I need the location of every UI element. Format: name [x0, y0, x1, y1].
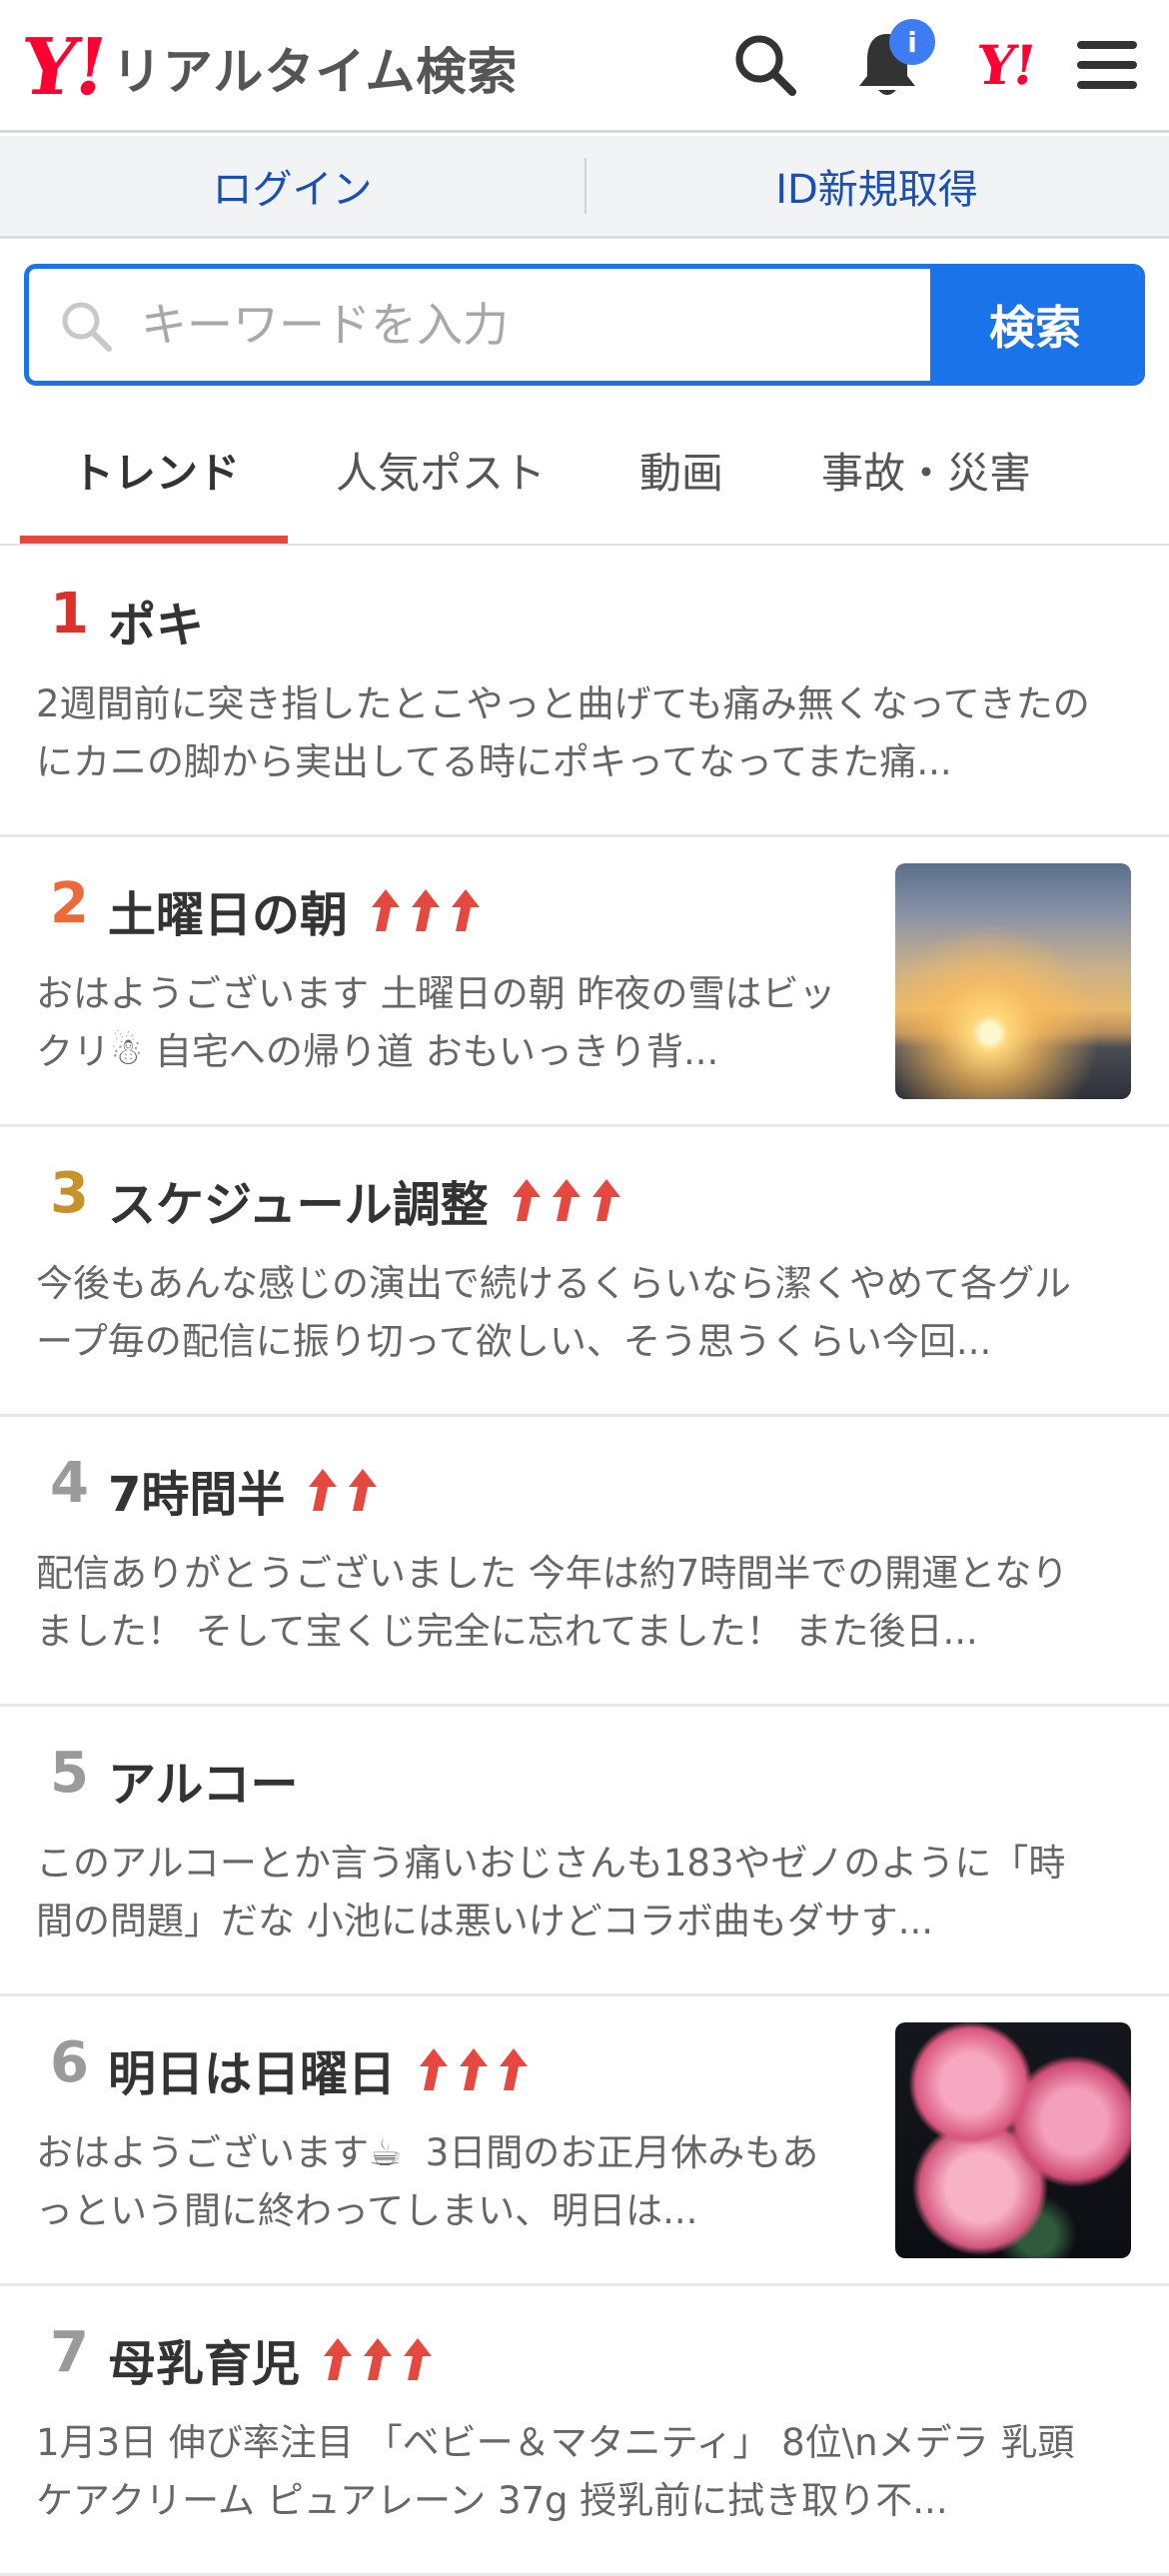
- trend-rank: 7: [50, 2320, 89, 2385]
- trend-title: ポキ: [108, 598, 205, 653]
- search-field: [29, 269, 940, 381]
- login-divider: [584, 158, 586, 214]
- trend-description: 今後もあんな感じの演出で続けるくらいなら潔くやめて各グループ毎の配信に振り切って…: [36, 1262, 1071, 1363]
- tab-accidents-disasters[interactable]: 事故・災害: [821, 440, 1031, 501]
- register-link[interactable]: ID新規取得: [584, 157, 1169, 215]
- yahoo-logo-mark: Y!: [15, 21, 111, 113]
- trend-description: このアルコーとか言う痛いおじさんも183やゼノのように「時間の問題」だな 小池に…: [36, 1842, 1066, 1942]
- trend-thumbnail-peony[interactable]: [895, 2022, 1131, 2258]
- trend-up-arrow-icon: [552, 1179, 581, 1221]
- trend-rising-arrows: [316, 2336, 434, 2382]
- search-form: 検索: [24, 264, 1145, 386]
- trend-up-arrow-icon: [349, 1469, 378, 1511]
- trend-title-row: 明日は日曜日: [108, 2034, 530, 2104]
- login-link[interactable]: ログイン: [0, 157, 584, 215]
- trend-rank: 5: [50, 1741, 89, 1806]
- trend-up-arrow-icon: [372, 889, 401, 931]
- trend-item[interactable]: 7 母乳育児 󠄀1月3日 伸び率注目 「ベビー＆マタニティ」 8位\nメデラ 乳…: [0, 2286, 1169, 2576]
- trend-up-arrow-icon: [364, 2338, 393, 2380]
- bell-icon[interactable]: i: [847, 19, 935, 105]
- notification-badge: i: [889, 19, 935, 65]
- trend-rising-arrows: [301, 1467, 379, 1513]
- trend-title: 明日は日曜日: [108, 2046, 397, 2102]
- search-icon[interactable]: [725, 25, 805, 105]
- trend-rank: 6: [50, 2030, 89, 2095]
- trend-rank: 4: [50, 1451, 89, 1516]
- trend-up-arrow-icon: [460, 2048, 489, 2090]
- trend-title-row: スケジュール調整: [108, 1165, 622, 1235]
- yahoo-realtime-logo[interactable]: Y! リアルタイム検索: [16, 22, 519, 113]
- trend-description: 2週間前に突き指したとこやっと曲げても痛み無くなってきたのにカニの脚から実出して…: [36, 682, 1090, 783]
- trend-up-arrow-icon: [452, 889, 481, 931]
- app-header: Y! リアルタイム検索 i Y!: [0, 0, 1169, 133]
- search-field-icon: [59, 299, 113, 357]
- trend-item[interactable]: 6 明日は日曜日 おはようございます☕󠄀 󠄀󠄀󠄀 3日間のお正月休みもあっという…: [0, 1996, 1169, 2286]
- trend-title-row: 母乳育児: [108, 2324, 434, 2394]
- trend-up-arrow-icon: [420, 2048, 449, 2090]
- hamburger-menu-icon[interactable]: [1067, 25, 1147, 105]
- trend-title-row: ポキ: [108, 586, 204, 655]
- trend-title-row: 7時間半: [108, 1455, 379, 1525]
- category-tabs: トレンド 人気ポスト 動画 事故・災害: [0, 400, 1169, 546]
- trend-title-row: 土曜日の朝: [108, 875, 482, 945]
- trend-title: 土曜日の朝: [108, 887, 349, 943]
- trend-up-arrow-icon: [309, 1469, 338, 1511]
- trend-rising-arrows: [505, 1177, 622, 1223]
- tab-videos[interactable]: 動画: [639, 440, 723, 501]
- trend-thumbnail-sunset[interactable]: [895, 863, 1131, 1099]
- trend-list: 1 ポキ 2週間前に突き指したとこやっと曲げても痛み無くなってきたのにカニの脚か…: [0, 548, 1169, 2576]
- trend-item[interactable]: 4 7時間半 配信ありがとうございました 今年は約7時間半での開運となりました！…: [0, 1417, 1169, 1707]
- trend-rank: 2: [50, 871, 89, 936]
- trend-title: 7時間半: [108, 1467, 286, 1523]
- trend-item[interactable]: 2 土曜日の朝 おはようございます󠄀 土曜日の朝 昨夜の雪はビックリ☃ 自宅への…: [0, 837, 1169, 1127]
- trend-up-arrow-icon: [512, 1179, 541, 1221]
- trend-title: スケジュール調整: [108, 1177, 489, 1233]
- trend-description: おはようございます☕󠄀 󠄀󠄀󠄀 3日間のお正月休みもあっという間に終わってしまい…: [36, 2131, 819, 2232]
- search-button[interactable]: 検索: [930, 269, 1140, 381]
- yahoo-japan-logo: Y!: [972, 33, 1038, 97]
- yahoo-japan-icon[interactable]: Y!: [965, 25, 1045, 105]
- login-bar: ログイン ID新規取得: [0, 136, 1169, 239]
- tab-popular-posts[interactable]: 人気ポスト: [336, 440, 546, 501]
- trend-up-arrow-icon: [404, 2338, 433, 2380]
- trend-up-arrow-icon: [324, 2338, 353, 2380]
- active-tab-indicator: [20, 536, 288, 544]
- trend-title: アルコー: [108, 1757, 299, 1813]
- trend-up-arrow-icon: [591, 1179, 620, 1221]
- trend-title-row: アルコー: [108, 1745, 299, 1815]
- logo-text: リアルタイム検索: [111, 42, 519, 101]
- trend-description: おはようございます󠄀 土曜日の朝 昨夜の雪はビックリ☃ 自宅への帰り道 おもいっ…: [36, 972, 836, 1073]
- search-input[interactable]: [141, 269, 940, 381]
- trend-description: 配信ありがとうございました 今年は約7時間半での開運となりました！ そして宝くじ…: [36, 1552, 1069, 1653]
- trend-description: 󠄀1月3日 伸び率注目 「ベビー＆マタニティ」 8位\nメデラ 乳頭ケアクリーム…: [36, 2421, 1075, 2522]
- trend-item[interactable]: 5 アルコー このアルコーとか言う痛いおじさんも183やゼノのように「時間の問題…: [0, 1707, 1169, 1996]
- trend-item[interactable]: 3 スケジュール調整 今後もあんな感じの演出で続けるくらいなら潔くやめて各グルー…: [0, 1127, 1169, 1417]
- trend-rising-arrows: [412, 2046, 530, 2092]
- trend-up-arrow-icon: [500, 2048, 529, 2090]
- trend-title: 母乳育児: [108, 2336, 301, 2392]
- trend-rank: 1: [50, 582, 89, 646]
- tab-trend[interactable]: トレンド: [72, 440, 240, 501]
- trend-rank: 3: [50, 1161, 89, 1226]
- trend-rising-arrows: [364, 887, 482, 933]
- trend-item[interactable]: 1 ポキ 2週間前に突き指したとこやっと曲げても痛み無くなってきたのにカニの脚か…: [0, 548, 1169, 837]
- trend-up-arrow-icon: [412, 889, 441, 931]
